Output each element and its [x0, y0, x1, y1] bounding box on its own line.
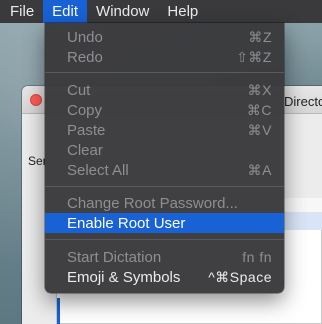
menu-item-label: Emoji & Symbols [67, 268, 181, 286]
menu-separator [45, 186, 284, 187]
menu-item-label: Clear [67, 141, 103, 159]
menu-item-label: Undo [67, 28, 103, 46]
menu-file[interactable]: File [0, 0, 43, 23]
selected-list-row[interactable] [282, 212, 322, 230]
menu-item-label: Change Root Password... [67, 194, 238, 212]
menu-item-clear[interactable]: Clear [45, 140, 284, 160]
menu-item-label: Paste [67, 121, 106, 139]
menu-item-paste[interactable]: Paste ⌘V [45, 120, 284, 140]
close-window-button[interactable] [30, 94, 42, 106]
menu-window[interactable]: Window [87, 0, 158, 23]
menu-item-label: Enable Root User [67, 214, 186, 232]
menu-item-redo[interactable]: Redo ⇧⌘Z [45, 47, 284, 67]
menu-item-label: Redo [67, 48, 103, 66]
menu-item-undo[interactable]: Undo ⌘Z [45, 27, 284, 47]
menu-item-label: Cut [67, 81, 91, 99]
focus-indicator [57, 298, 60, 324]
menu-item-copy[interactable]: Copy ⌘C [45, 100, 284, 120]
menu-separator [45, 72, 284, 73]
shortcut-label: fn fn [242, 249, 272, 265]
menu-item-emoji-symbols[interactable]: Emoji & Symbols ^⌘Space [45, 267, 284, 287]
menu-item-label: Select All [67, 161, 129, 179]
shortcut-label: ⇧⌘Z [236, 48, 272, 65]
shortcut-label: ⌘X [247, 81, 272, 98]
edit-menu-dropdown: Undo ⌘Z Redo ⇧⌘Z Cut ⌘X Copy ⌘C Paste ⌘V… [45, 23, 284, 293]
menu-bar: File Edit Window Help [0, 0, 322, 23]
menu-item-enable-root-user[interactable]: Enable Root User [45, 213, 284, 233]
menu-item-label: Start Dictation [67, 248, 162, 266]
toolbar-tab-label[interactable]: Ser [28, 154, 47, 168]
shortcut-label: ⌘C [246, 101, 272, 118]
shortcut-label: ^⌘Space [208, 268, 272, 285]
menu-item-change-root-password[interactable]: Change Root Password... [45, 193, 284, 213]
menu-item-label: Copy [67, 101, 103, 119]
shortcut-label: ⌘V [247, 121, 272, 138]
shortcut-label: ⌘A [247, 161, 272, 178]
menu-separator [45, 239, 284, 240]
menu-edit[interactable]: Edit [43, 0, 88, 23]
window-title: Directo [284, 94, 322, 109]
menu-item-select-all[interactable]: Select All ⌘A [45, 160, 284, 180]
shortcut-label: ⌘Z [248, 28, 272, 45]
menu-help[interactable]: Help [158, 0, 207, 23]
menu-item-cut[interactable]: Cut ⌘X [45, 80, 284, 100]
menu-item-start-dictation[interactable]: Start Dictation fn fn [45, 247, 284, 267]
